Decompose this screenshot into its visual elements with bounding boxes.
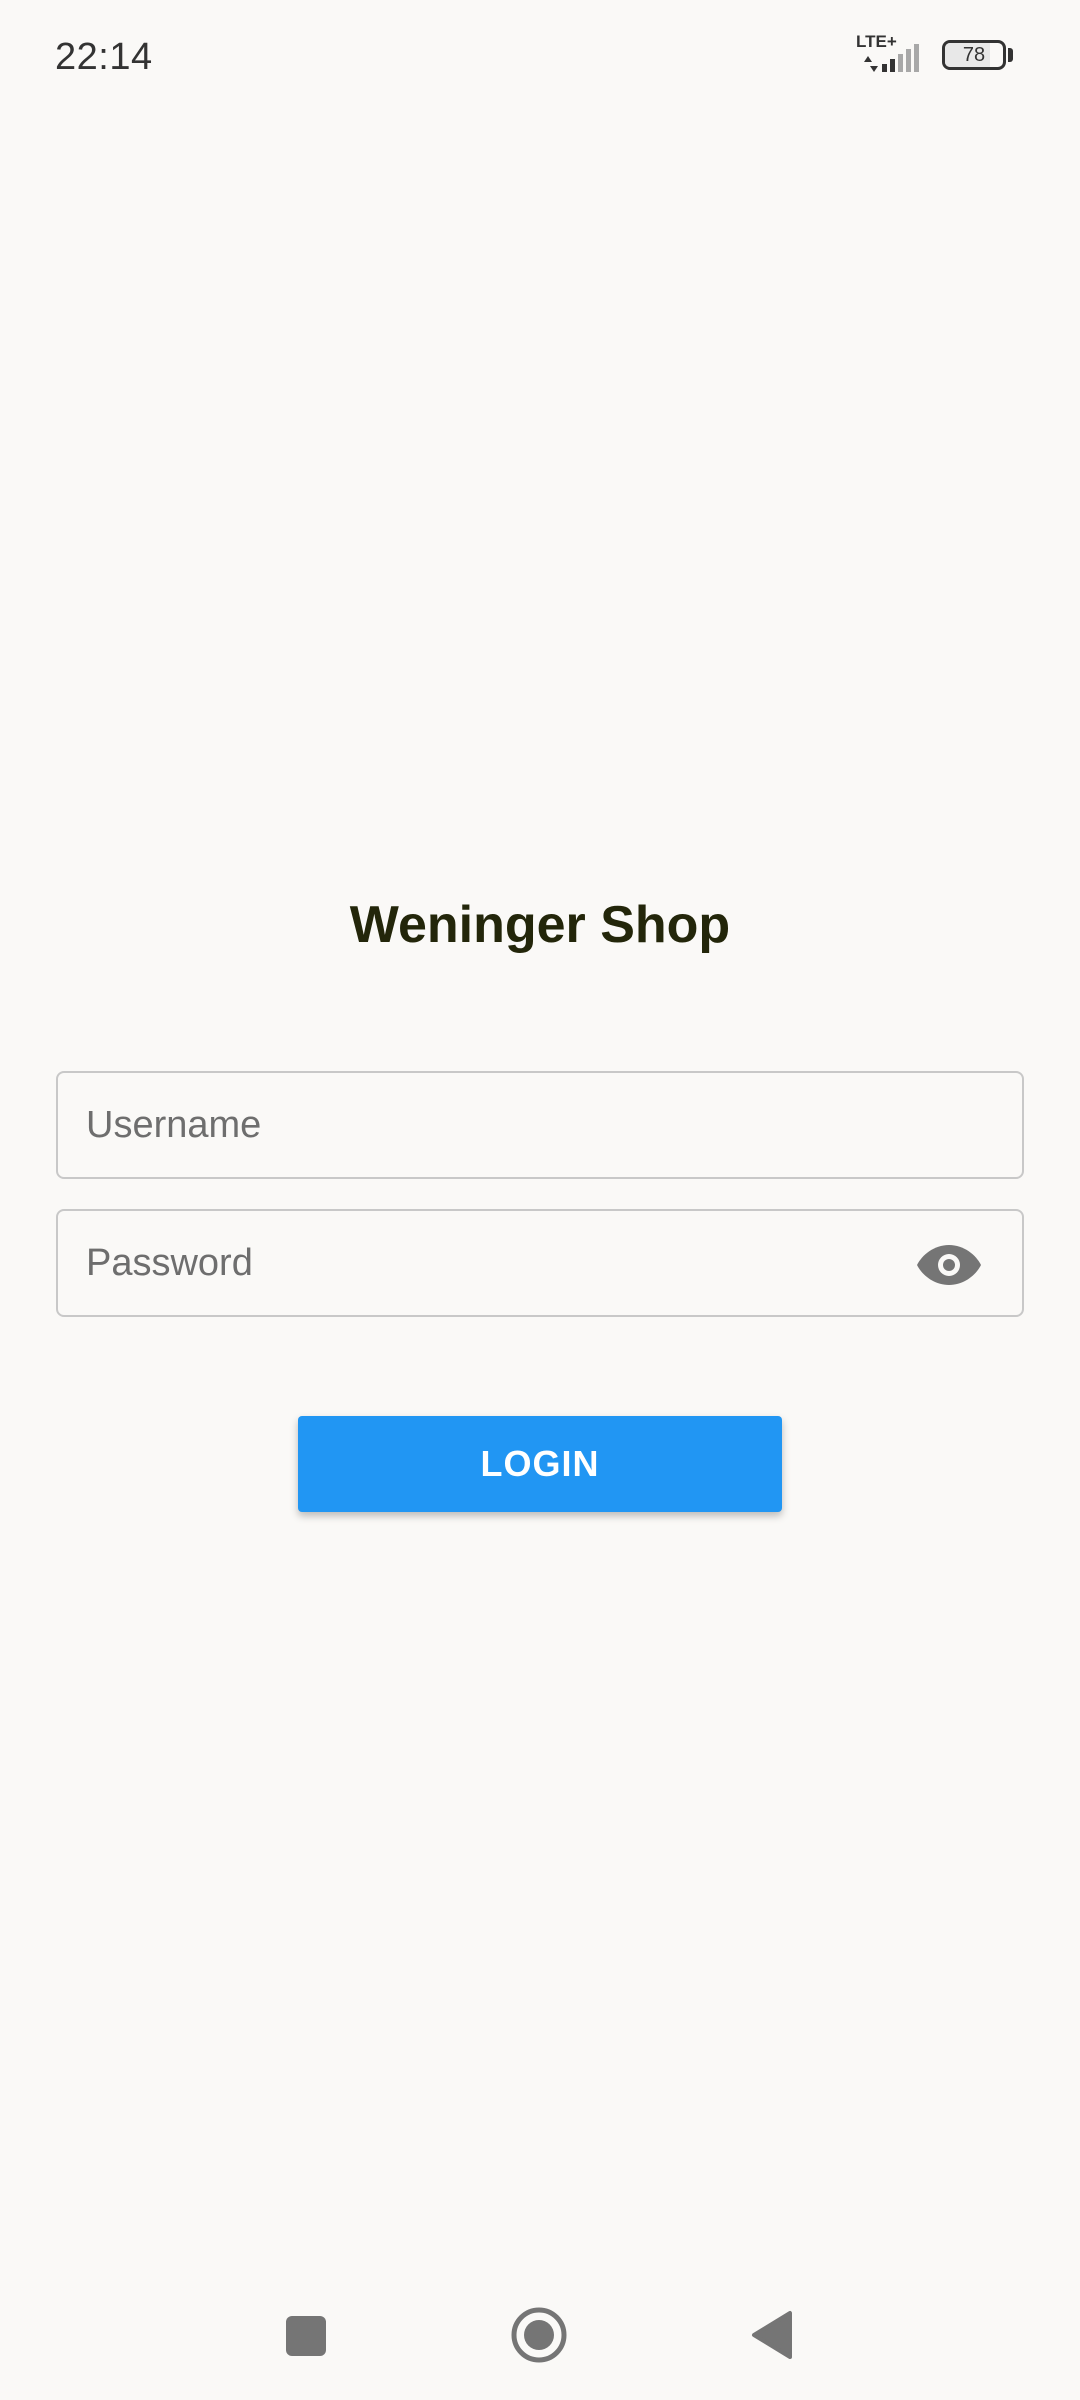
password-field[interactable] [56, 1209, 1024, 1317]
username-input[interactable] [86, 1073, 926, 1177]
recents-button[interactable] [286, 2316, 326, 2356]
password-input[interactable] [86, 1211, 926, 1315]
status-time: 22:14 [55, 36, 153, 78]
battery-nub [1008, 48, 1013, 62]
app-title: Weninger Shop [349, 896, 731, 954]
battery-level: 78 [962, 44, 986, 66]
battery-icon: 78 [942, 40, 1006, 70]
navigation-bar [0, 2280, 1080, 2400]
status-bar: 22:14 LTE+ 78 [0, 0, 1080, 116]
home-button[interactable] [510, 2306, 568, 2364]
login-button[interactable]: LOGIN [298, 1416, 782, 1512]
back-button[interactable] [750, 2310, 794, 2360]
username-field[interactable] [56, 1071, 1024, 1179]
signal-icon [864, 44, 919, 72]
eye-icon[interactable] [916, 1243, 982, 1287]
